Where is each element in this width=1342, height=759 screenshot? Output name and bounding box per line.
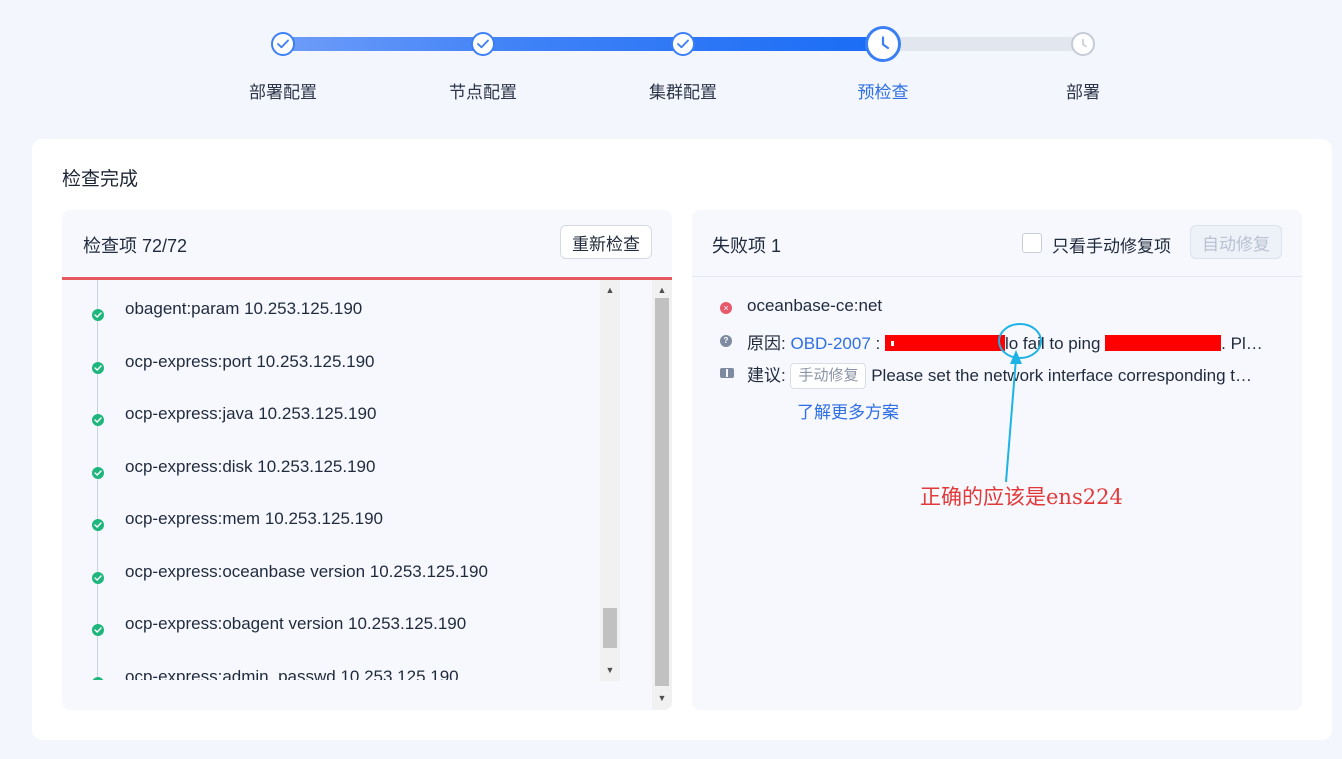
failed-items-title: 失败项 1 bbox=[712, 236, 782, 256]
reason-text: 原因: OBD-2007 : lo fail to ping . Pl… bbox=[747, 329, 1263, 354]
failed-items-header: 失败项 1 只看手动修复项 自动修复 bbox=[692, 210, 1302, 277]
only-manual-checkbox[interactable] bbox=[1022, 233, 1042, 253]
learn-more-link[interactable]: 了解更多方案 bbox=[797, 398, 899, 423]
question-circle-icon: ? bbox=[720, 335, 732, 347]
check-items-title: 检查项 72/72 bbox=[83, 236, 188, 256]
check-circle-icon bbox=[92, 309, 104, 321]
check-circle-icon bbox=[92, 467, 104, 479]
reason-label: 原因: bbox=[747, 334, 786, 353]
card-title: 检查完成 bbox=[62, 169, 139, 190]
step-5-clock-icon bbox=[1071, 32, 1095, 56]
check-circle-icon bbox=[92, 677, 104, 680]
reason-message-end: . Pl… bbox=[1221, 334, 1263, 353]
only-manual-label[interactable]: 只看手动修复项 bbox=[1052, 232, 1171, 257]
check-item-text: ocp-express:port 10.253.125.190 bbox=[125, 352, 375, 371]
redaction-block bbox=[1105, 335, 1222, 351]
list-item: ocp-express:mem 10.253.125.190 bbox=[62, 507, 600, 537]
scroll-down-arrow-icon[interactable]: ▼ bbox=[600, 662, 620, 678]
steps-bar: 部署配置 节点配置 集群配置 预检查 部署 bbox=[0, 0, 1342, 120]
check-item-text: ocp-express:disk 10.253.125.190 bbox=[125, 457, 376, 476]
reason-message-start: lo fail to ping bbox=[1004, 334, 1106, 353]
check-items-panel: 检查项 72/72 重新检查 obagent:param 10.253.125.… bbox=[62, 210, 672, 710]
step-3-check-icon bbox=[671, 32, 695, 56]
scrollbar-thumb[interactable] bbox=[655, 298, 669, 686]
step-3-label: 集群配置 bbox=[649, 83, 717, 102]
annotation-text: 正确的应该是ens224 bbox=[920, 485, 1123, 509]
check-item-text: ocp-express:mem 10.253.125.190 bbox=[125, 509, 383, 528]
steps-progress-done bbox=[283, 37, 883, 51]
check-circle-icon bbox=[92, 362, 104, 374]
list-item: ocp-express:disk 10.253.125.190 bbox=[62, 455, 600, 485]
check-items-list[interactable]: obagent:param 10.253.125.190 ocp-express… bbox=[62, 280, 600, 680]
reason-separator: : bbox=[870, 334, 885, 353]
panel-scrollbar[interactable]: ▲ ▼ bbox=[652, 280, 672, 710]
auto-fix-button[interactable]: 自动修复 bbox=[1190, 225, 1282, 259]
step-2-label: 节点配置 bbox=[449, 83, 517, 102]
check-circle-icon bbox=[92, 414, 104, 426]
list-item: ocp-express:java 10.253.125.190 bbox=[62, 402, 600, 432]
check-item-text: ocp-express:obagent version 10.253.125.1… bbox=[125, 614, 467, 633]
list-item: ocp-express:port 10.253.125.190 bbox=[62, 350, 600, 380]
step-4-clock-icon bbox=[865, 26, 901, 62]
manual-fix-tag: 手动修复 bbox=[790, 363, 867, 389]
step-4-label: 预检查 bbox=[857, 83, 909, 102]
step-2-check-icon bbox=[471, 32, 495, 56]
check-item-text: ocp-express:oceanbase version 10.253.125… bbox=[125, 562, 488, 581]
list-item: ocp-express:obagent version 10.253.125.1… bbox=[62, 612, 600, 642]
failed-item-name: oceanbase-ce:net bbox=[747, 296, 883, 315]
check-items-header: 检查项 72/72 重新检查 bbox=[62, 210, 672, 278]
check-list-scrollbar[interactable]: ▲ ▼ bbox=[600, 280, 620, 681]
close-circle-icon: × bbox=[720, 302, 732, 314]
advice-message: Please set the network interface corresp… bbox=[871, 366, 1253, 385]
list-item: ocp-express:admin_passwd 10.253.125.190 bbox=[62, 665, 600, 680]
check-item-text: ocp-express:java 10.253.125.190 bbox=[125, 404, 377, 423]
list-item: ocp-express:oceanbase version 10.253.125… bbox=[62, 560, 600, 590]
step-5-label: 部署 bbox=[1066, 83, 1100, 102]
advice-text: 建议: 手动修复 Please set the network interfac… bbox=[747, 361, 1252, 389]
book-icon bbox=[720, 368, 734, 378]
scroll-up-arrow-icon[interactable]: ▲ bbox=[652, 282, 672, 298]
failed-items-panel: 失败项 1 只看手动修复项 自动修复 × oceanbase-ce:net ? … bbox=[692, 210, 1302, 710]
check-circle-icon bbox=[92, 572, 104, 584]
reason-code-link[interactable]: OBD-2007 bbox=[790, 334, 870, 353]
check-circle-icon bbox=[92, 624, 104, 636]
steps-progress-remaining bbox=[883, 37, 1083, 51]
scrollbar-thumb[interactable] bbox=[603, 608, 617, 648]
redaction-block bbox=[884, 335, 1005, 351]
check-item-text: obagent:param 10.253.125.190 bbox=[125, 299, 363, 318]
precheck-card: 检查完成 检查项 72/72 重新检查 obagent:param 10.253… bbox=[32, 139, 1332, 740]
advice-label: 建议: bbox=[747, 366, 786, 385]
step-1-label: 部署配置 bbox=[249, 83, 317, 102]
check-item-text: ocp-express:admin_passwd 10.253.125.190 bbox=[125, 667, 459, 680]
list-item: obagent:param 10.253.125.190 bbox=[62, 297, 600, 327]
step-1-check-icon bbox=[271, 32, 295, 56]
scroll-down-arrow-icon[interactable]: ▼ bbox=[652, 690, 672, 706]
check-circle-icon bbox=[92, 519, 104, 531]
recheck-button[interactable]: 重新检查 bbox=[560, 225, 652, 259]
scroll-up-arrow-icon[interactable]: ▲ bbox=[600, 282, 620, 298]
